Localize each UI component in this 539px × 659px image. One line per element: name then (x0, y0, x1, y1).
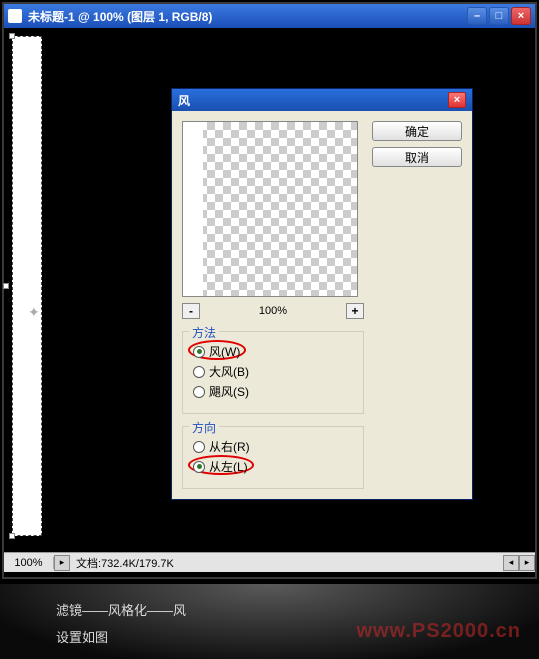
dialog-title: 风 (178, 92, 448, 109)
scroll-right-icon[interactable]: ▸ (519, 555, 535, 571)
radio-stagger[interactable]: 飓风(S) (193, 383, 353, 400)
zoom-percent: 100% (259, 305, 287, 317)
dialog-buttons: 确定 取消 (372, 121, 462, 489)
app-icon (8, 9, 22, 23)
radio-icon (193, 461, 205, 473)
radio-from-right[interactable]: 从右(R) (193, 438, 353, 455)
ok-button[interactable]: 确定 (372, 121, 462, 141)
cancel-button[interactable]: 取消 (372, 147, 462, 167)
zoom-out-button[interactable]: - (182, 303, 200, 319)
radio-blast[interactable]: 大风(B) (193, 363, 353, 380)
dialog-titlebar: 风 × (172, 89, 472, 111)
minimize-button[interactable]: – (467, 7, 487, 25)
window-title: 未标题-1 @ 100% (图层 1, RGB/8) (28, 8, 467, 25)
dialog-close-button[interactable]: × (448, 92, 466, 108)
dialog-left: - 100% + 方法 风(W) (182, 121, 364, 489)
caption-line1: 滤镜——风格化——风 (56, 600, 539, 619)
preview-area[interactable] (182, 121, 358, 297)
radio-label: 从左(L) (209, 458, 248, 475)
app-window: 未标题-1 @ 100% (图层 1, RGB/8) – □ × ✦ 风 × - (2, 2, 537, 579)
dialog-body: - 100% + 方法 风(W) (172, 111, 472, 499)
watermark: www.PS2000.cn (356, 620, 521, 643)
close-button[interactable]: × (511, 7, 531, 25)
radio-icon (193, 441, 205, 453)
selection-handle[interactable] (3, 283, 9, 289)
radio-icon (193, 346, 205, 358)
selection-handle[interactable] (9, 533, 15, 539)
zoom-level[interactable]: 100% (4, 557, 54, 569)
maximize-button[interactable]: □ (489, 7, 509, 25)
canvas-area: ✦ 风 × - 100% + 方法 (4, 28, 535, 552)
radio-label: 从右(R) (209, 438, 250, 455)
radio-icon (193, 366, 205, 378)
radio-label: 风(W) (209, 343, 240, 360)
radio-label: 大风(B) (209, 363, 249, 380)
doc-info: 文档:732.4K/179.7K (70, 555, 503, 571)
radio-from-left[interactable]: 从左(L) (193, 458, 353, 475)
document-canvas[interactable] (12, 36, 42, 536)
direction-group-label: 方向 (189, 419, 219, 436)
method-group: 方法 风(W) 大风(B) (182, 331, 364, 414)
direction-group: 方向 从右(R) 从左(L) (182, 426, 364, 489)
caption-area: 滤镜——风格化——风 设置如图 www.PS2000.cn (0, 584, 539, 659)
titlebar: 未标题-1 @ 100% (图层 1, RGB/8) – □ × (4, 4, 535, 28)
zoom-controls: - 100% + (182, 303, 364, 319)
statusbar: 100% ▸ 文档:732.4K/179.7K ◂ ▸ (4, 552, 535, 572)
method-group-label: 方法 (189, 324, 219, 341)
radio-icon (193, 386, 205, 398)
crosshair-icon: ✦ (28, 304, 40, 321)
radio-wind[interactable]: 风(W) (193, 343, 353, 360)
window-buttons: – □ × (467, 7, 531, 25)
wind-dialog: 风 × - 100% + 方法 (171, 88, 473, 500)
info-icon[interactable]: ▸ (54, 555, 70, 571)
radio-label: 飓风(S) (209, 383, 249, 400)
zoom-in-button[interactable]: + (346, 303, 364, 319)
scroll-left-icon[interactable]: ◂ (503, 555, 519, 571)
selection-handle[interactable] (9, 33, 15, 39)
